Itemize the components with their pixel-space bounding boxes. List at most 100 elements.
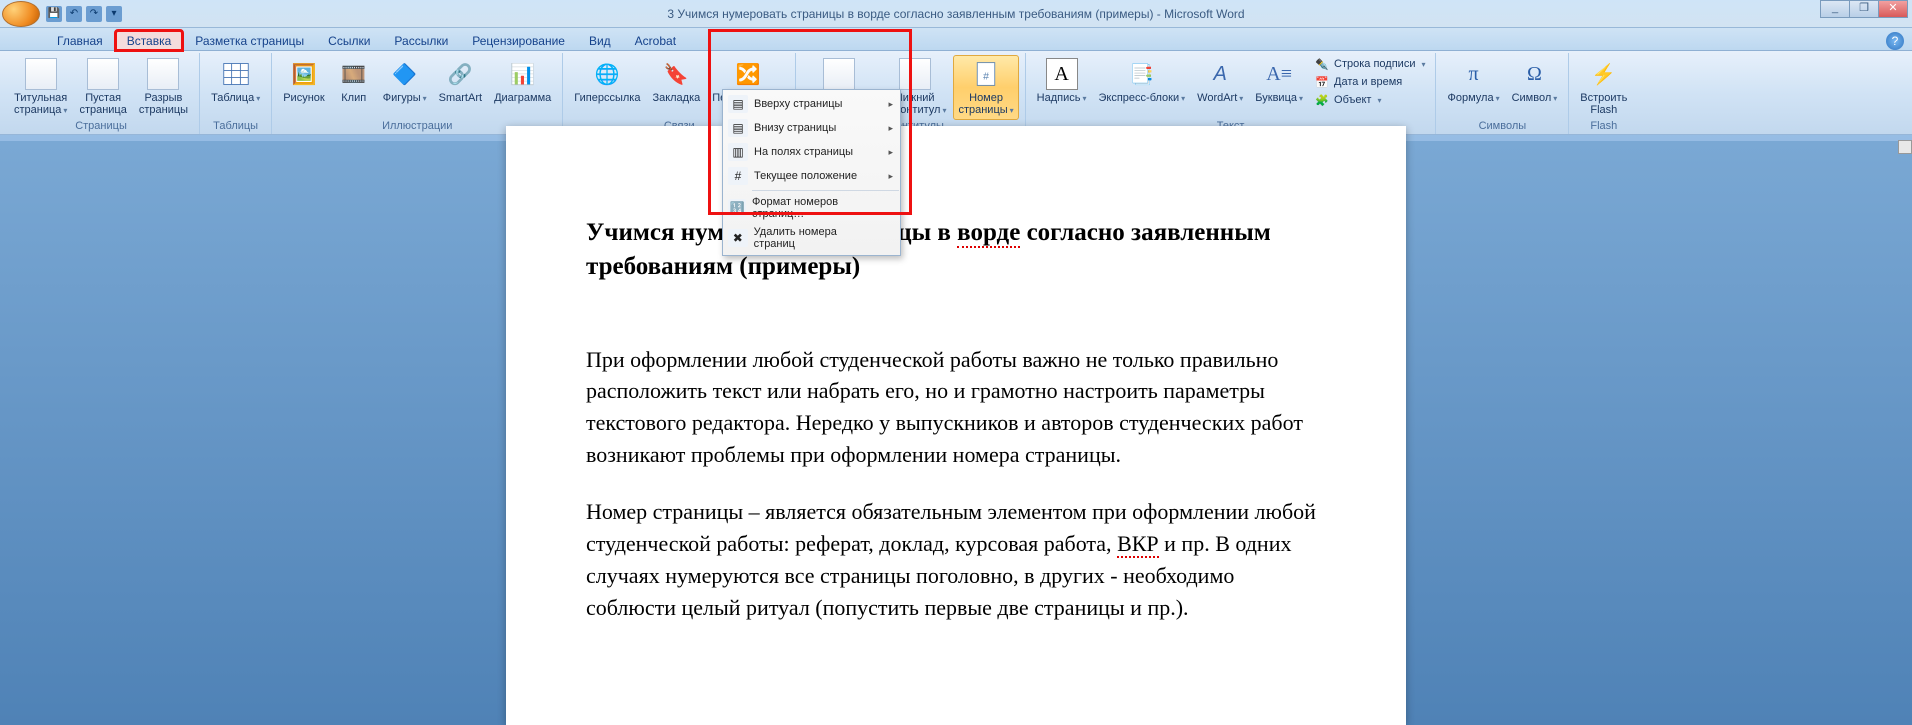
smartart-icon: 🔗: [444, 58, 476, 90]
menu-current-position[interactable]: #Текущее положение▸: [724, 164, 899, 188]
qat-menu-icon[interactable]: ▾: [106, 6, 122, 22]
quickparts-button[interactable]: 📑Экспресс-блоки: [1094, 55, 1191, 108]
signature-icon: ✒️: [1314, 56, 1330, 72]
tab-page-layout[interactable]: Разметка страницы: [183, 30, 316, 51]
chart-button[interactable]: 📊Диаграмма: [489, 55, 556, 107]
equation-button[interactable]: π Формула: [1442, 55, 1504, 108]
menu-bottom-of-page[interactable]: ▤Внизу страницы▸: [724, 116, 899, 140]
bookmark-icon: 🔖: [660, 58, 692, 90]
tab-insert[interactable]: Вставка: [115, 30, 184, 51]
menu-top-of-page[interactable]: ▤Вверху страницы▸: [724, 92, 899, 116]
signature-line-button[interactable]: ✒️ Строка подписи: [1310, 55, 1429, 73]
wordart-button[interactable]: AWordArt: [1192, 55, 1248, 108]
cover-page-button[interactable]: Титульная страница: [9, 55, 72, 120]
hyperlink-button[interactable]: 🌐Гиперссылка: [569, 55, 645, 107]
minimize-button[interactable]: _: [1820, 0, 1850, 18]
margins-icon: ▥: [728, 143, 748, 161]
crossref-icon: 🔀: [732, 58, 764, 90]
menu-remove-numbers[interactable]: ✖ Удалить номера страниц: [724, 223, 899, 253]
office-button[interactable]: [2, 1, 40, 27]
tab-mailings[interactable]: Рассылки: [382, 30, 460, 51]
shapes-button[interactable]: 🔷Фигуры: [378, 55, 432, 108]
page-break-label: Разрыв страницы: [139, 92, 188, 116]
menu-top-label: Вверху страницы: [754, 98, 842, 110]
tab-home[interactable]: Главная: [45, 30, 115, 51]
embed-flash-button[interactable]: ⚡Встроить Flash: [1575, 55, 1632, 119]
quick-access-toolbar: 💾 ↶ ↷ ▾: [46, 6, 122, 22]
menu-current-label: Текущее положение: [754, 170, 857, 182]
document-area: Учимся нумеровать страницы в ворде согла…: [0, 141, 1912, 725]
dropcap-label: Буквица: [1255, 92, 1303, 105]
clipart-label: Клип: [341, 92, 366, 104]
omega-icon: Ω: [1518, 58, 1550, 90]
group-pages: Титульная страница Пустая страница Разры…: [3, 53, 200, 134]
tab-review[interactable]: Рецензирование: [460, 30, 577, 51]
dropcap-button[interactable]: A≡ Буквица: [1250, 55, 1308, 108]
datetime-button[interactable]: 📅Дата и время: [1310, 73, 1429, 91]
picture-label: Рисунок: [283, 92, 325, 104]
pi-icon: π: [1458, 58, 1490, 90]
page-number-menu: ▤Вверху страницы▸ ▤Внизу страницы▸ ▥На п…: [722, 89, 901, 256]
tab-acrobat[interactable]: Acrobat: [623, 30, 688, 51]
clipart-icon: 🎞️: [338, 58, 370, 90]
title-bar: 💾 ↶ ↷ ▾ 3 Учимся нумеровать страницы в в…: [0, 0, 1912, 28]
symbol-label: Символ: [1512, 92, 1558, 105]
table-button[interactable]: Таблица: [206, 55, 265, 108]
page-break-icon: [147, 58, 179, 90]
doc-paragraph-2: Номер страницы – является обязательным э…: [586, 496, 1326, 624]
blank-page-button[interactable]: Пустая страница: [74, 55, 131, 119]
smartart-label: SmartArt: [439, 92, 482, 104]
flash-icon: ⚡: [1588, 58, 1620, 90]
top-page-icon: ▤: [728, 95, 748, 113]
textbox-label: Надпись: [1037, 92, 1087, 105]
embed-flash-label: Встроить Flash: [1580, 92, 1627, 116]
datetime-icon: 📅: [1314, 74, 1330, 90]
svg-text:#: #: [983, 70, 989, 82]
dropcap-icon: A≡: [1263, 58, 1295, 90]
clipart-button[interactable]: 🎞️ Клип: [332, 55, 376, 107]
bookmark-label: Закладка: [652, 92, 700, 104]
symbol-button[interactable]: Ω Символ: [1507, 55, 1563, 108]
ruler-toggle[interactable]: [1898, 140, 1912, 154]
table-label: Таблица: [211, 92, 260, 105]
remove-icon: ✖: [728, 229, 748, 247]
picture-button[interactable]: 🖼️ Рисунок: [278, 55, 330, 107]
document-page: Учимся нумеровать страницы в ворде согла…: [506, 126, 1406, 725]
page-number-label: Номер страницы: [958, 92, 1013, 117]
format-icon: 🔢: [728, 199, 746, 217]
group-symbols: πФормула ΩСимвол Символы: [1436, 53, 1569, 134]
tab-view[interactable]: Вид: [577, 30, 623, 51]
page-break-button[interactable]: Разрыв страницы: [134, 55, 193, 119]
redo-icon[interactable]: ↷: [86, 6, 102, 22]
save-icon[interactable]: 💾: [46, 6, 62, 22]
menu-page-margins[interactable]: ▥На полях страницы▸: [724, 140, 899, 164]
picture-icon: 🖼️: [288, 58, 320, 90]
menu-format-numbers[interactable]: 🔢Формат номеров страниц…: [724, 193, 899, 223]
chart-icon: 📊: [507, 58, 539, 90]
wordart-label: WordArt: [1197, 92, 1243, 105]
group-label-flash: Flash: [1575, 120, 1632, 134]
equation-label: Формула: [1447, 92, 1499, 105]
signature-label: Строка подписи: [1334, 58, 1415, 70]
undo-icon[interactable]: ↶: [66, 6, 82, 22]
object-label: Объект: [1334, 94, 1371, 106]
object-button[interactable]: 🧩Объект: [1310, 91, 1429, 109]
tab-references[interactable]: Ссылки: [316, 30, 382, 51]
blank-page-label: Пустая страница: [79, 92, 126, 116]
group-text: AНадпись 📑Экспресс-блоки AWordArt A≡ Букв…: [1026, 53, 1437, 134]
maximize-button[interactable]: ❐: [1849, 0, 1879, 18]
doc-title-word: ворде: [957, 219, 1020, 248]
page-number-icon: #: [970, 58, 1002, 90]
page-number-button[interactable]: # Номер страницы: [953, 55, 1018, 120]
footer-icon: [899, 58, 931, 90]
quickparts-label: Экспресс-блоки: [1099, 92, 1186, 105]
smartart-button[interactable]: 🔗 SmartArt: [434, 55, 487, 107]
close-button[interactable]: ✕: [1878, 0, 1908, 18]
menu-remove-label: Удалить номера страниц: [754, 226, 879, 250]
textbox-button[interactable]: AНадпись: [1032, 55, 1092, 108]
help-icon[interactable]: ?: [1886, 32, 1904, 50]
menu-bottom-label: Внизу страницы: [754, 122, 836, 134]
group-tables: Таблица Таблицы: [200, 53, 272, 134]
doc-paragraph-1: При оформлении любой студенческой работы…: [586, 344, 1326, 472]
bookmark-button[interactable]: 🔖 Закладка: [647, 55, 705, 107]
